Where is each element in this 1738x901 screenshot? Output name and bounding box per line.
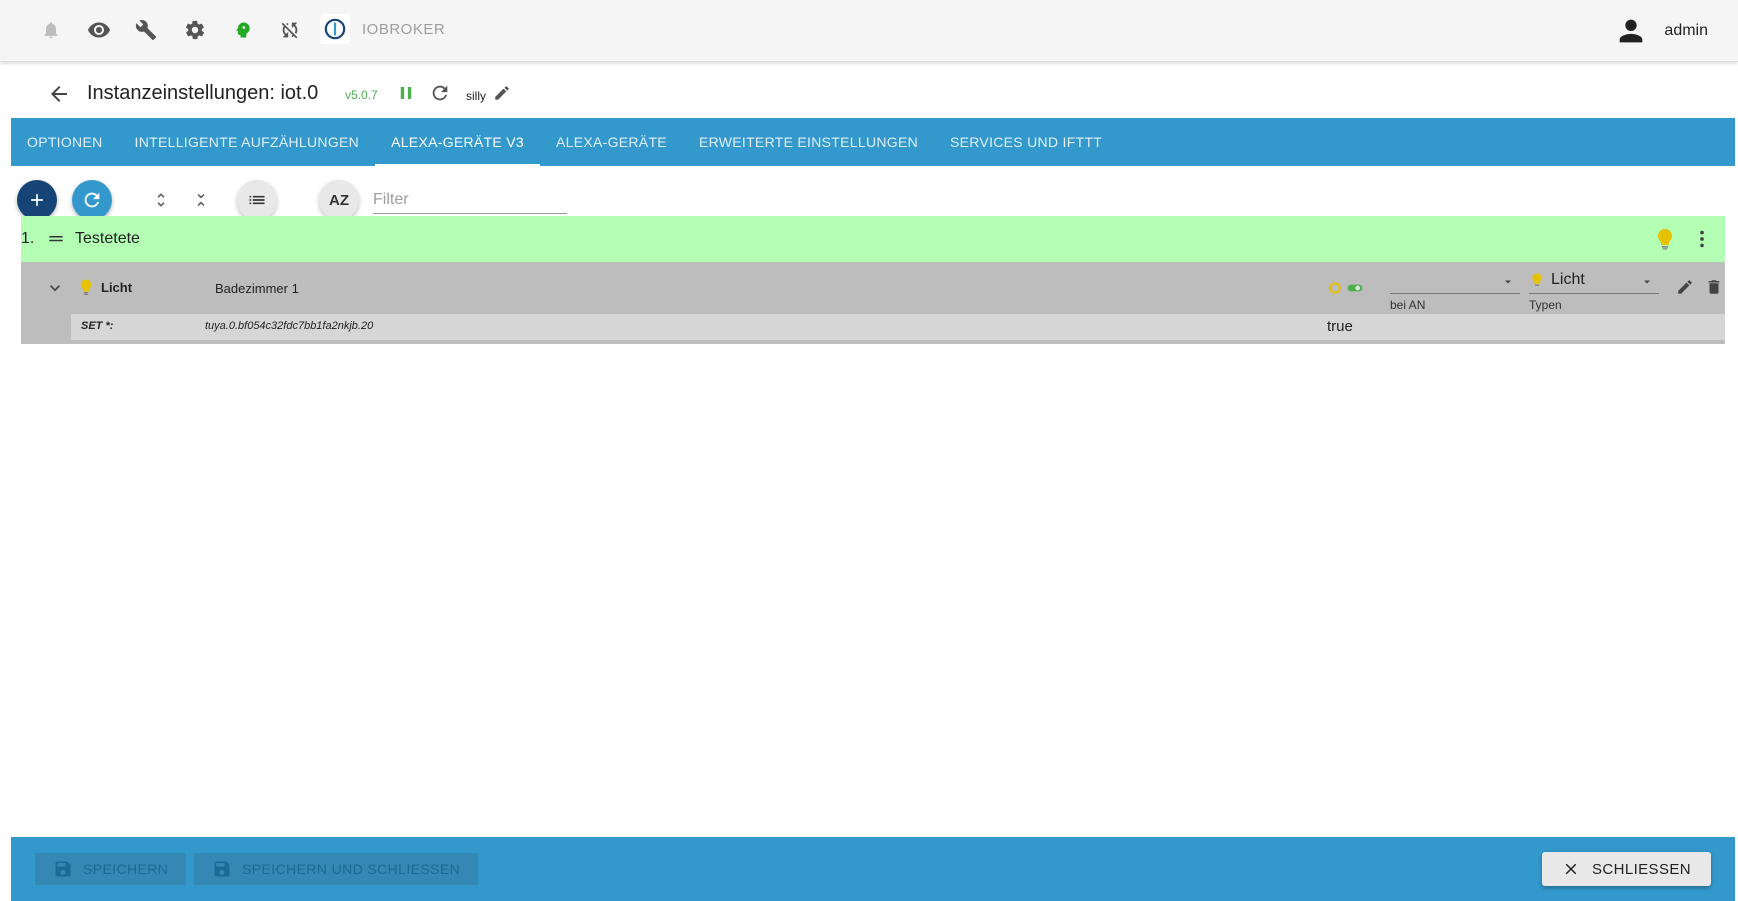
pencil-icon[interactable] [493,84,511,102]
chevron-down-icon[interactable] [45,278,65,298]
expand-all-button[interactable] [147,186,175,214]
top-bar: IOBROKER admin [0,0,1738,62]
unfold-less-icon [197,194,205,206]
refresh-button[interactable] [72,180,112,220]
save-label: SPEICHERN [83,861,169,877]
bell-icon[interactable] [37,16,65,44]
close-icon [1565,863,1577,875]
brand[interactable]: IOBROKER [320,14,445,44]
save-icon [55,861,71,877]
sort-az-icon: AZ [329,191,349,209]
refresh-icon [84,192,100,208]
type-label: Typen [1529,298,1562,312]
brand-name: IOBROKER [362,20,446,38]
state-object-id: tuya.0.bf054c32fdc7bb1fa2nkjb.20 [205,320,374,332]
tab-erweiterte-einstellungen[interactable]: ERWEITERTE EINSTELLUNGEN [683,118,934,166]
plus-icon [31,194,43,206]
collapse-all-button[interactable] [187,186,215,214]
state-row: SET *: tuya.0.bf054c32fdc7bb1fa2nkjb.20 … [71,314,1725,340]
capability-row[interactable]: Licht Badezimmer 1 bei AN Licht Typen [21,262,1725,314]
log-level: silly [466,89,486,103]
user-icon [1620,19,1643,43]
save-button[interactable]: SPEICHERN [35,853,187,885]
sync-off-icon[interactable] [276,16,304,44]
device-row[interactable]: 1. Testetete [21,216,1725,262]
sort-az-button[interactable]: AZ [319,180,359,220]
lightbulb-icon [1658,229,1672,250]
eye-icon[interactable] [85,16,113,44]
footer-bar: SPEICHERN SPEICHERN UND SCHLIESSEN SCHLI… [11,837,1735,901]
page-title: Instanzeinstellungen: iot.0 [87,82,319,104]
tab-alexa-geraete-v3[interactable]: ALEXA-GERÄTE V3 [375,118,540,166]
state-key: SET *: [81,320,114,332]
save-icon [214,861,230,877]
on-value-label: bei AN [1390,298,1426,312]
user-menu[interactable]: admin [1614,14,1708,48]
filter-input[interactable] [373,186,567,214]
lightbulb-icon [80,279,92,295]
gear-icon[interactable] [181,16,209,44]
type-value: Licht [1551,270,1585,288]
lightbulb-icon [1532,272,1542,286]
reload-icon[interactable] [429,82,451,104]
wrench-icon[interactable] [132,16,160,44]
list-icon [249,195,265,205]
tab-intelligente-aufzaehlungen[interactable]: INTELLIGENTE AUFZÄHLUNGEN [119,118,376,166]
brightness-icon [1329,282,1341,294]
instance-settings-panel: Instanzeinstellungen: iot.0 v5.0.7 silly… [11,70,1735,901]
back-arrow-icon[interactable] [47,82,71,106]
unfold-more-icon [157,193,165,207]
tab-bar: OPTIONEN INTELLIGENTE AUFZÄHLUNGEN ALEXA… [11,118,1735,166]
tab-services-und-ifttt[interactable]: SERVICES UND IFTTT [934,118,1118,166]
capability-name: Licht [101,280,133,295]
type-select[interactable]: Licht [1529,266,1659,294]
tab-alexa-geraete[interactable]: ALEXA-GERÄTE [540,118,683,166]
drag-handle-icon[interactable] [47,230,65,248]
iobroker-logo-icon [320,14,350,44]
save-and-close-label: SPEICHERN UND SCHLIESSEN [242,861,461,877]
room-name: Badezimmer 1 [215,281,299,296]
dropdown-arrow-icon [1505,280,1511,284]
list-view-button[interactable] [237,180,277,220]
save-and-close-button[interactable]: SPEICHERN UND SCHLIESSEN [194,853,479,885]
on-value-select[interactable] [1390,268,1520,294]
user-name: admin [1664,22,1708,39]
toggle-on-icon [1347,284,1363,292]
tab-optionen[interactable]: OPTIONEN [11,118,119,166]
device-name: Testetete [75,230,140,247]
version-badge: v5.0.7 [345,88,378,102]
more-vertical-icon[interactable] [1691,228,1713,250]
panel-header: Instanzeinstellungen: iot.0 v5.0.7 silly [11,70,1735,118]
state-row-wrapper: SET *: tuya.0.bf054c32fdc7bb1fa2nkjb.20 … [21,314,1725,344]
close-button[interactable]: SCHLIESSEN [1541,852,1711,886]
state-value: true [1327,318,1353,335]
edit-icon[interactable] [1676,278,1694,296]
add-device-button[interactable] [17,180,57,220]
dropdown-arrow-icon [1644,280,1650,284]
head-icon[interactable] [229,16,257,44]
close-label: SCHLIESSEN [1591,860,1691,878]
device-index: 1. [21,230,35,247]
pause-icon[interactable] [397,84,415,102]
delete-icon[interactable] [1705,278,1723,296]
